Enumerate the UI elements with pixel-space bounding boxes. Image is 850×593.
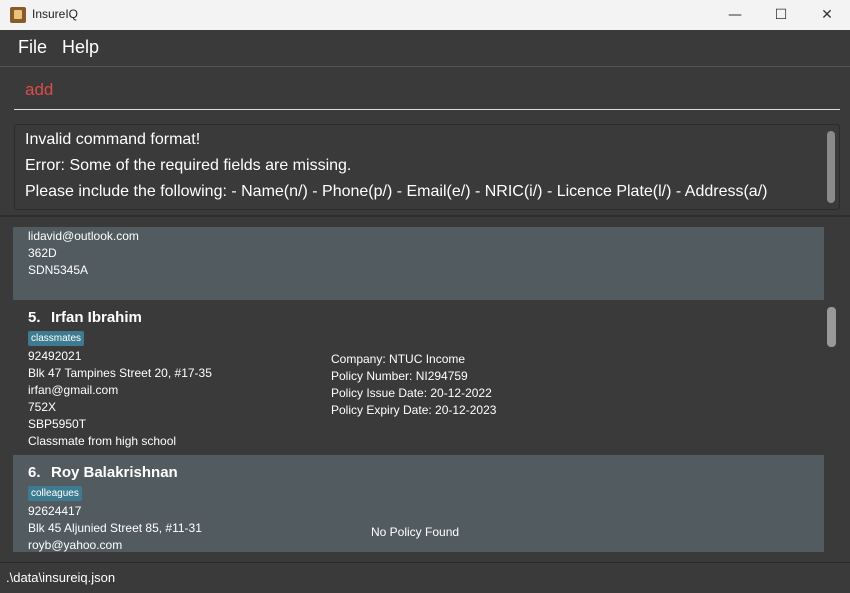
tag-badge: colleagues	[28, 486, 82, 501]
command-input[interactable]: add	[25, 80, 53, 100]
maximize-button[interactable]: ☐	[758, 0, 804, 30]
result-line-1: Invalid command format!	[25, 131, 201, 148]
card-email: irfan@gmail.com	[28, 383, 119, 397]
card-address: Blk 45 Aljunied Street 85, #11-31	[28, 521, 202, 535]
window-title: InsureIQ	[32, 7, 79, 21]
menu-file[interactable]: File	[18, 37, 47, 58]
card-name: Irfan Ibrahim	[51, 309, 142, 326]
maximize-icon: ☐	[774, 7, 788, 23]
policy-number: Policy Number: NI294759	[331, 369, 468, 383]
card-email: royb@yahoo.com	[28, 538, 123, 552]
card-name: Roy Balakrishnan	[51, 464, 178, 481]
card-nric: 362D	[28, 246, 57, 260]
person-card[interactable]: 6. Roy Balakrishnan colleagues 92624417 …	[13, 455, 824, 552]
card-plate: SBP5950T	[28, 417, 87, 431]
policy-expiry-date: Policy Expiry Date: 20-12-2023	[331, 403, 497, 417]
result-scrollbar[interactable]	[827, 131, 835, 203]
list-scrollbar[interactable]	[827, 307, 836, 347]
result-line-3: Please include the following: - Name(n/)…	[25, 183, 768, 200]
card-address: Blk 47 Tampines Street 20, #17-35	[28, 366, 212, 380]
menu-help[interactable]: Help	[62, 37, 99, 58]
card-index: 5.	[28, 309, 41, 326]
no-policy-text: No Policy Found	[371, 525, 460, 539]
card-plate: SDN5345A	[28, 263, 89, 277]
title-bar: InsureIQ — ☐ ✕	[0, 0, 850, 30]
status-bar: .\data\insureiq.json	[0, 562, 850, 593]
policy-issue-date: Policy Issue Date: 20-12-2022	[331, 386, 492, 400]
menu-bar: File Help	[0, 30, 850, 67]
close-button[interactable]: ✕	[804, 0, 850, 30]
person-card[interactable]: 5. Irfan Ibrahim classmates 92492021 Blk…	[13, 300, 824, 455]
tag-badge: classmates	[28, 331, 85, 346]
card-index: 6.	[28, 464, 41, 481]
card-remark: Classmate from high school	[28, 434, 177, 448]
person-list: lidavid@outlook.com 362D SDN5345A 5. Irf…	[0, 217, 850, 562]
minimize-button[interactable]: —	[712, 0, 758, 30]
card-nric: 752X	[28, 400, 57, 414]
result-display: Invalid command format! Error: Some of t…	[14, 124, 840, 210]
policy-company: Company: NTUC Income	[331, 352, 466, 366]
minimize-icon: —	[728, 7, 742, 23]
result-line-2: Error: Some of the required fields are m…	[25, 157, 352, 174]
card-phone: 92492021	[28, 349, 82, 363]
card-phone: 92624417	[28, 504, 82, 518]
command-underline	[14, 109, 840, 110]
app-icon	[10, 7, 26, 23]
command-box[interactable]: add	[0, 67, 850, 117]
data-file-path: .\data\insureiq.json	[6, 570, 116, 585]
person-card-partial[interactable]: lidavid@outlook.com 362D SDN5345A	[13, 227, 824, 300]
card-email: lidavid@outlook.com	[28, 229, 139, 243]
close-icon: ✕	[821, 7, 833, 23]
